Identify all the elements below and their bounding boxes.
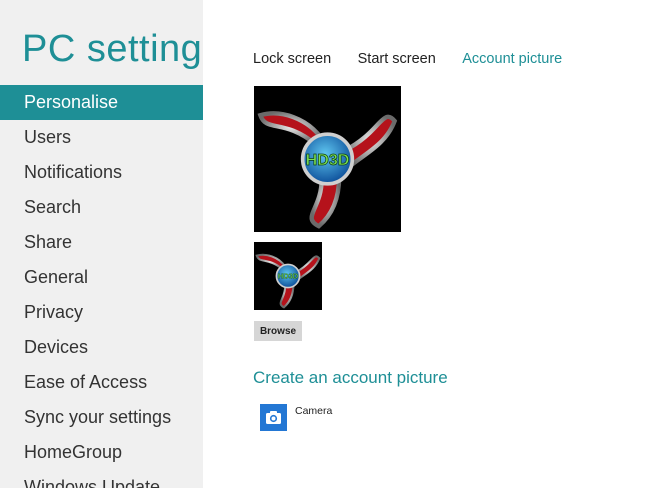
previous-account-picture[interactable]: HD3D bbox=[254, 242, 322, 310]
sidebar-item-notifications[interactable]: Notifications bbox=[0, 155, 203, 190]
sidebar-item-sync-settings[interactable]: Sync your settings bbox=[0, 400, 203, 435]
browse-button[interactable]: Browse bbox=[254, 321, 302, 341]
sidebar-item-devices[interactable]: Devices bbox=[0, 330, 203, 365]
sidebar-item-ease-of-access[interactable]: Ease of Access bbox=[0, 365, 203, 400]
sidebar-item-general[interactable]: General bbox=[0, 260, 203, 295]
hd3d-logo-large: HD3D bbox=[254, 86, 401, 232]
camera-icon bbox=[260, 404, 287, 431]
sidebar-item-users[interactable]: Users bbox=[0, 120, 203, 155]
main-content: Lock screen Start screen Account picture… bbox=[203, 0, 650, 488]
sidebar-item-privacy[interactable]: Privacy bbox=[0, 295, 203, 330]
camera-label: Camera bbox=[295, 405, 333, 417]
sidebar-item-personalise[interactable]: Personalise bbox=[0, 85, 203, 120]
sidebar-item-homegroup[interactable]: HomeGroup bbox=[0, 435, 203, 470]
sidebar-nav: Personalise Users Notifications Search S… bbox=[0, 85, 203, 488]
sidebar-item-windows-update[interactable]: Windows Update bbox=[0, 470, 203, 488]
logo-text-small: HD3D bbox=[278, 272, 299, 281]
sidebar-item-share[interactable]: Share bbox=[0, 225, 203, 260]
app-title: PC settings bbox=[22, 28, 203, 70]
logo-text: HD3D bbox=[306, 151, 350, 169]
tab-lock-screen[interactable]: Lock screen bbox=[253, 51, 331, 67]
tab-account-picture[interactable]: Account picture bbox=[462, 51, 562, 67]
create-account-picture-heading: Create an account picture bbox=[253, 368, 448, 387]
tab-start-screen[interactable]: Start screen bbox=[358, 51, 436, 67]
current-account-picture: HD3D bbox=[254, 86, 401, 232]
tab-bar: Lock screen Start screen Account picture bbox=[253, 50, 584, 68]
sidebar: PC settings Personalise Users Notificati… bbox=[0, 0, 203, 488]
sidebar-item-search[interactable]: Search bbox=[0, 190, 203, 225]
hd3d-logo-small: HD3D bbox=[254, 242, 322, 310]
